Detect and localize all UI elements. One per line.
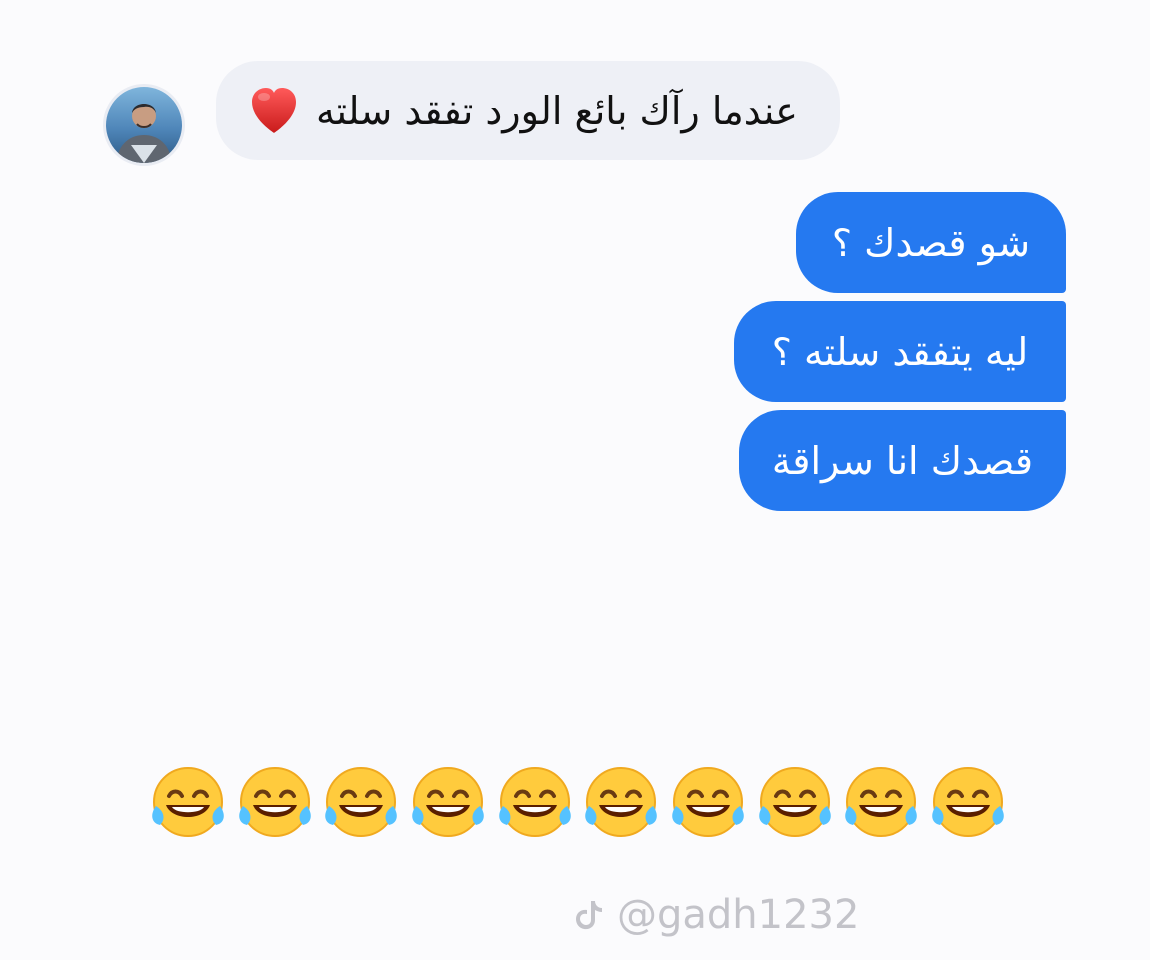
- face-with-tears-of-joy-icon: [581, 762, 661, 842]
- incoming-message[interactable]: عندما رآك بائع الورد تفقد سلته: [216, 61, 840, 160]
- face-with-tears-of-joy-icon: [841, 762, 921, 842]
- incoming-message-text: عندما رآك بائع الورد تفقد سلته: [316, 88, 798, 133]
- face-with-tears-of-joy-icon: [668, 762, 748, 842]
- face-with-tears-of-joy-icon: [408, 762, 488, 842]
- face-with-tears-of-joy-icon: [148, 762, 228, 842]
- watermark: @gadh1232: [573, 891, 859, 939]
- outgoing-message-text-3: قصدك انا سراقة: [771, 438, 1034, 483]
- sender-avatar[interactable]: [106, 87, 182, 163]
- face-with-tears-of-joy-icon: [495, 762, 575, 842]
- tiktok-icon: [573, 897, 607, 933]
- outgoing-message-3[interactable]: قصدك انا سراقة: [739, 410, 1066, 511]
- heart-icon: [246, 83, 302, 139]
- face-with-tears-of-joy-icon: [321, 762, 401, 842]
- outgoing-message-1[interactable]: شو قصدك ؟: [796, 192, 1066, 293]
- face-with-tears-of-joy-icon: [235, 762, 315, 842]
- reaction-row: [148, 760, 1008, 844]
- outgoing-message-text-2: ليه يتفقد سلته ؟: [771, 329, 1029, 374]
- chat-screen: عندما رآك بائع الورد تفقد سلته شو قصدك ؟…: [0, 0, 1150, 960]
- outgoing-message-2[interactable]: ليه يتفقد سلته ؟: [734, 301, 1066, 402]
- watermark-handle: @gadh1232: [617, 892, 860, 938]
- outgoing-message-text-1: شو قصدك ؟: [831, 220, 1031, 265]
- face-with-tears-of-joy-icon: [928, 762, 1008, 842]
- outgoing-message-group: شو قصدك ؟ ليه يتفقد سلته ؟ قصدك انا سراق…: [726, 192, 1066, 511]
- face-with-tears-of-joy-icon: [755, 762, 835, 842]
